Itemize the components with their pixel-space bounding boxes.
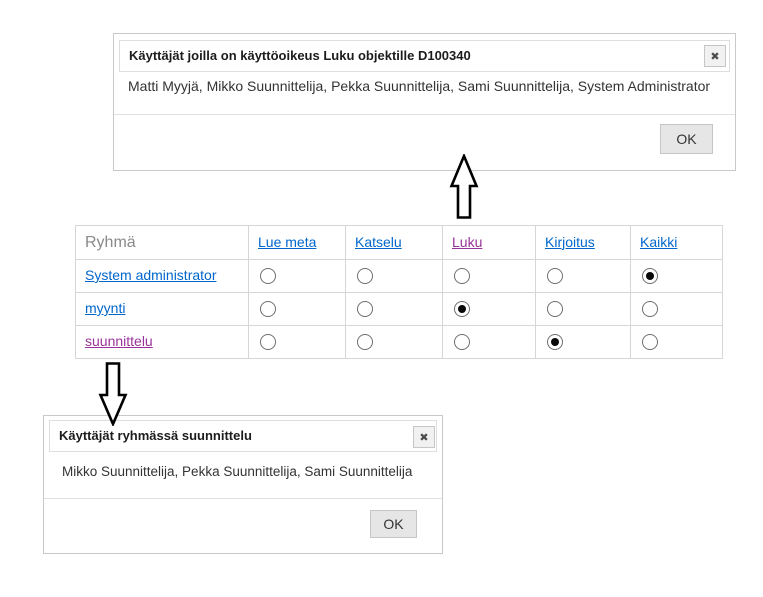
radio-suunnittelu-lue-meta[interactable] bbox=[260, 334, 276, 350]
column-header-ryhma: Ryhmä bbox=[85, 234, 136, 251]
table-row: myynti bbox=[76, 293, 723, 326]
arrow-up-icon bbox=[449, 154, 479, 220]
dialog-title: Käyttäjät joilla on käyttöoikeus Luku ob… bbox=[129, 41, 695, 71]
dialog-titlebar: Käyttäjät joilla on käyttöoikeus Luku ob… bbox=[119, 40, 730, 72]
page-canvas: Käyttäjät joilla on käyttöoikeus Luku ob… bbox=[0, 0, 763, 597]
radio-suunnittelu-katselu[interactable] bbox=[357, 334, 373, 350]
permissions-table: Ryhmä Lue meta Katselu Luku Kirjoitus Ka… bbox=[75, 225, 723, 359]
column-header-link-kirjoitus[interactable]: Kirjoitus bbox=[545, 234, 595, 250]
column-header-link-kaikki[interactable]: Kaikki bbox=[640, 234, 677, 250]
dialog-separator bbox=[114, 114, 735, 115]
radio-system-administrator-kaikki[interactable] bbox=[642, 268, 658, 284]
radio-system-administrator-luku[interactable] bbox=[454, 268, 470, 284]
radio-suunnittelu-kirjoitus[interactable] bbox=[547, 334, 563, 350]
dialog-user-list: Mikko Suunnittelija, Pekka Suunnittelija… bbox=[62, 464, 412, 479]
group-link-system-administrator[interactable]: System administrator bbox=[85, 267, 216, 283]
radio-myynti-katselu[interactable] bbox=[357, 301, 373, 317]
dialog-user-list: Matti Myyjä, Mikko Suunnittelija, Pekka … bbox=[128, 78, 710, 94]
dialog-separator bbox=[44, 498, 442, 499]
ok-button[interactable]: OK bbox=[370, 510, 417, 538]
column-header-link-luku[interactable]: Luku bbox=[452, 234, 482, 250]
group-link-suunnittelu[interactable]: suunnittelu bbox=[85, 333, 153, 349]
radio-system-administrator-lue-meta[interactable] bbox=[260, 268, 276, 284]
column-header-link-katselu[interactable]: Katselu bbox=[355, 234, 402, 250]
radio-myynti-kaikki[interactable] bbox=[642, 301, 658, 317]
table-row: suunnittelu bbox=[76, 326, 723, 359]
radio-system-administrator-katselu[interactable] bbox=[357, 268, 373, 284]
dialog-luku-users: Käyttäjät joilla on käyttöoikeus Luku ob… bbox=[113, 33, 736, 171]
close-button[interactable]: ✖ bbox=[413, 426, 435, 448]
table-header-row: Ryhmä Lue meta Katselu Luku Kirjoitus Ka… bbox=[76, 226, 723, 260]
table-row: System administrator bbox=[76, 260, 723, 293]
close-icon: ✖ bbox=[710, 51, 719, 62]
radio-myynti-luku[interactable] bbox=[454, 301, 470, 317]
close-icon: ✖ bbox=[419, 432, 428, 443]
radio-myynti-lue-meta[interactable] bbox=[260, 301, 276, 317]
close-button[interactable]: ✖ bbox=[704, 45, 726, 67]
column-header-link-lue-meta[interactable]: Lue meta bbox=[258, 234, 316, 250]
dialog-group-suunnittelu-users: Käyttäjät ryhmässä suunnittelu ✖ Mikko S… bbox=[43, 415, 443, 554]
radio-suunnittelu-luku[interactable] bbox=[454, 334, 470, 350]
radio-suunnittelu-kaikki[interactable] bbox=[642, 334, 658, 350]
ok-button[interactable]: OK bbox=[660, 124, 713, 154]
radio-myynti-kirjoitus[interactable] bbox=[547, 301, 563, 317]
radio-system-administrator-kirjoitus[interactable] bbox=[547, 268, 563, 284]
arrow-down-icon bbox=[98, 362, 128, 426]
group-link-myynti[interactable]: myynti bbox=[85, 300, 125, 316]
